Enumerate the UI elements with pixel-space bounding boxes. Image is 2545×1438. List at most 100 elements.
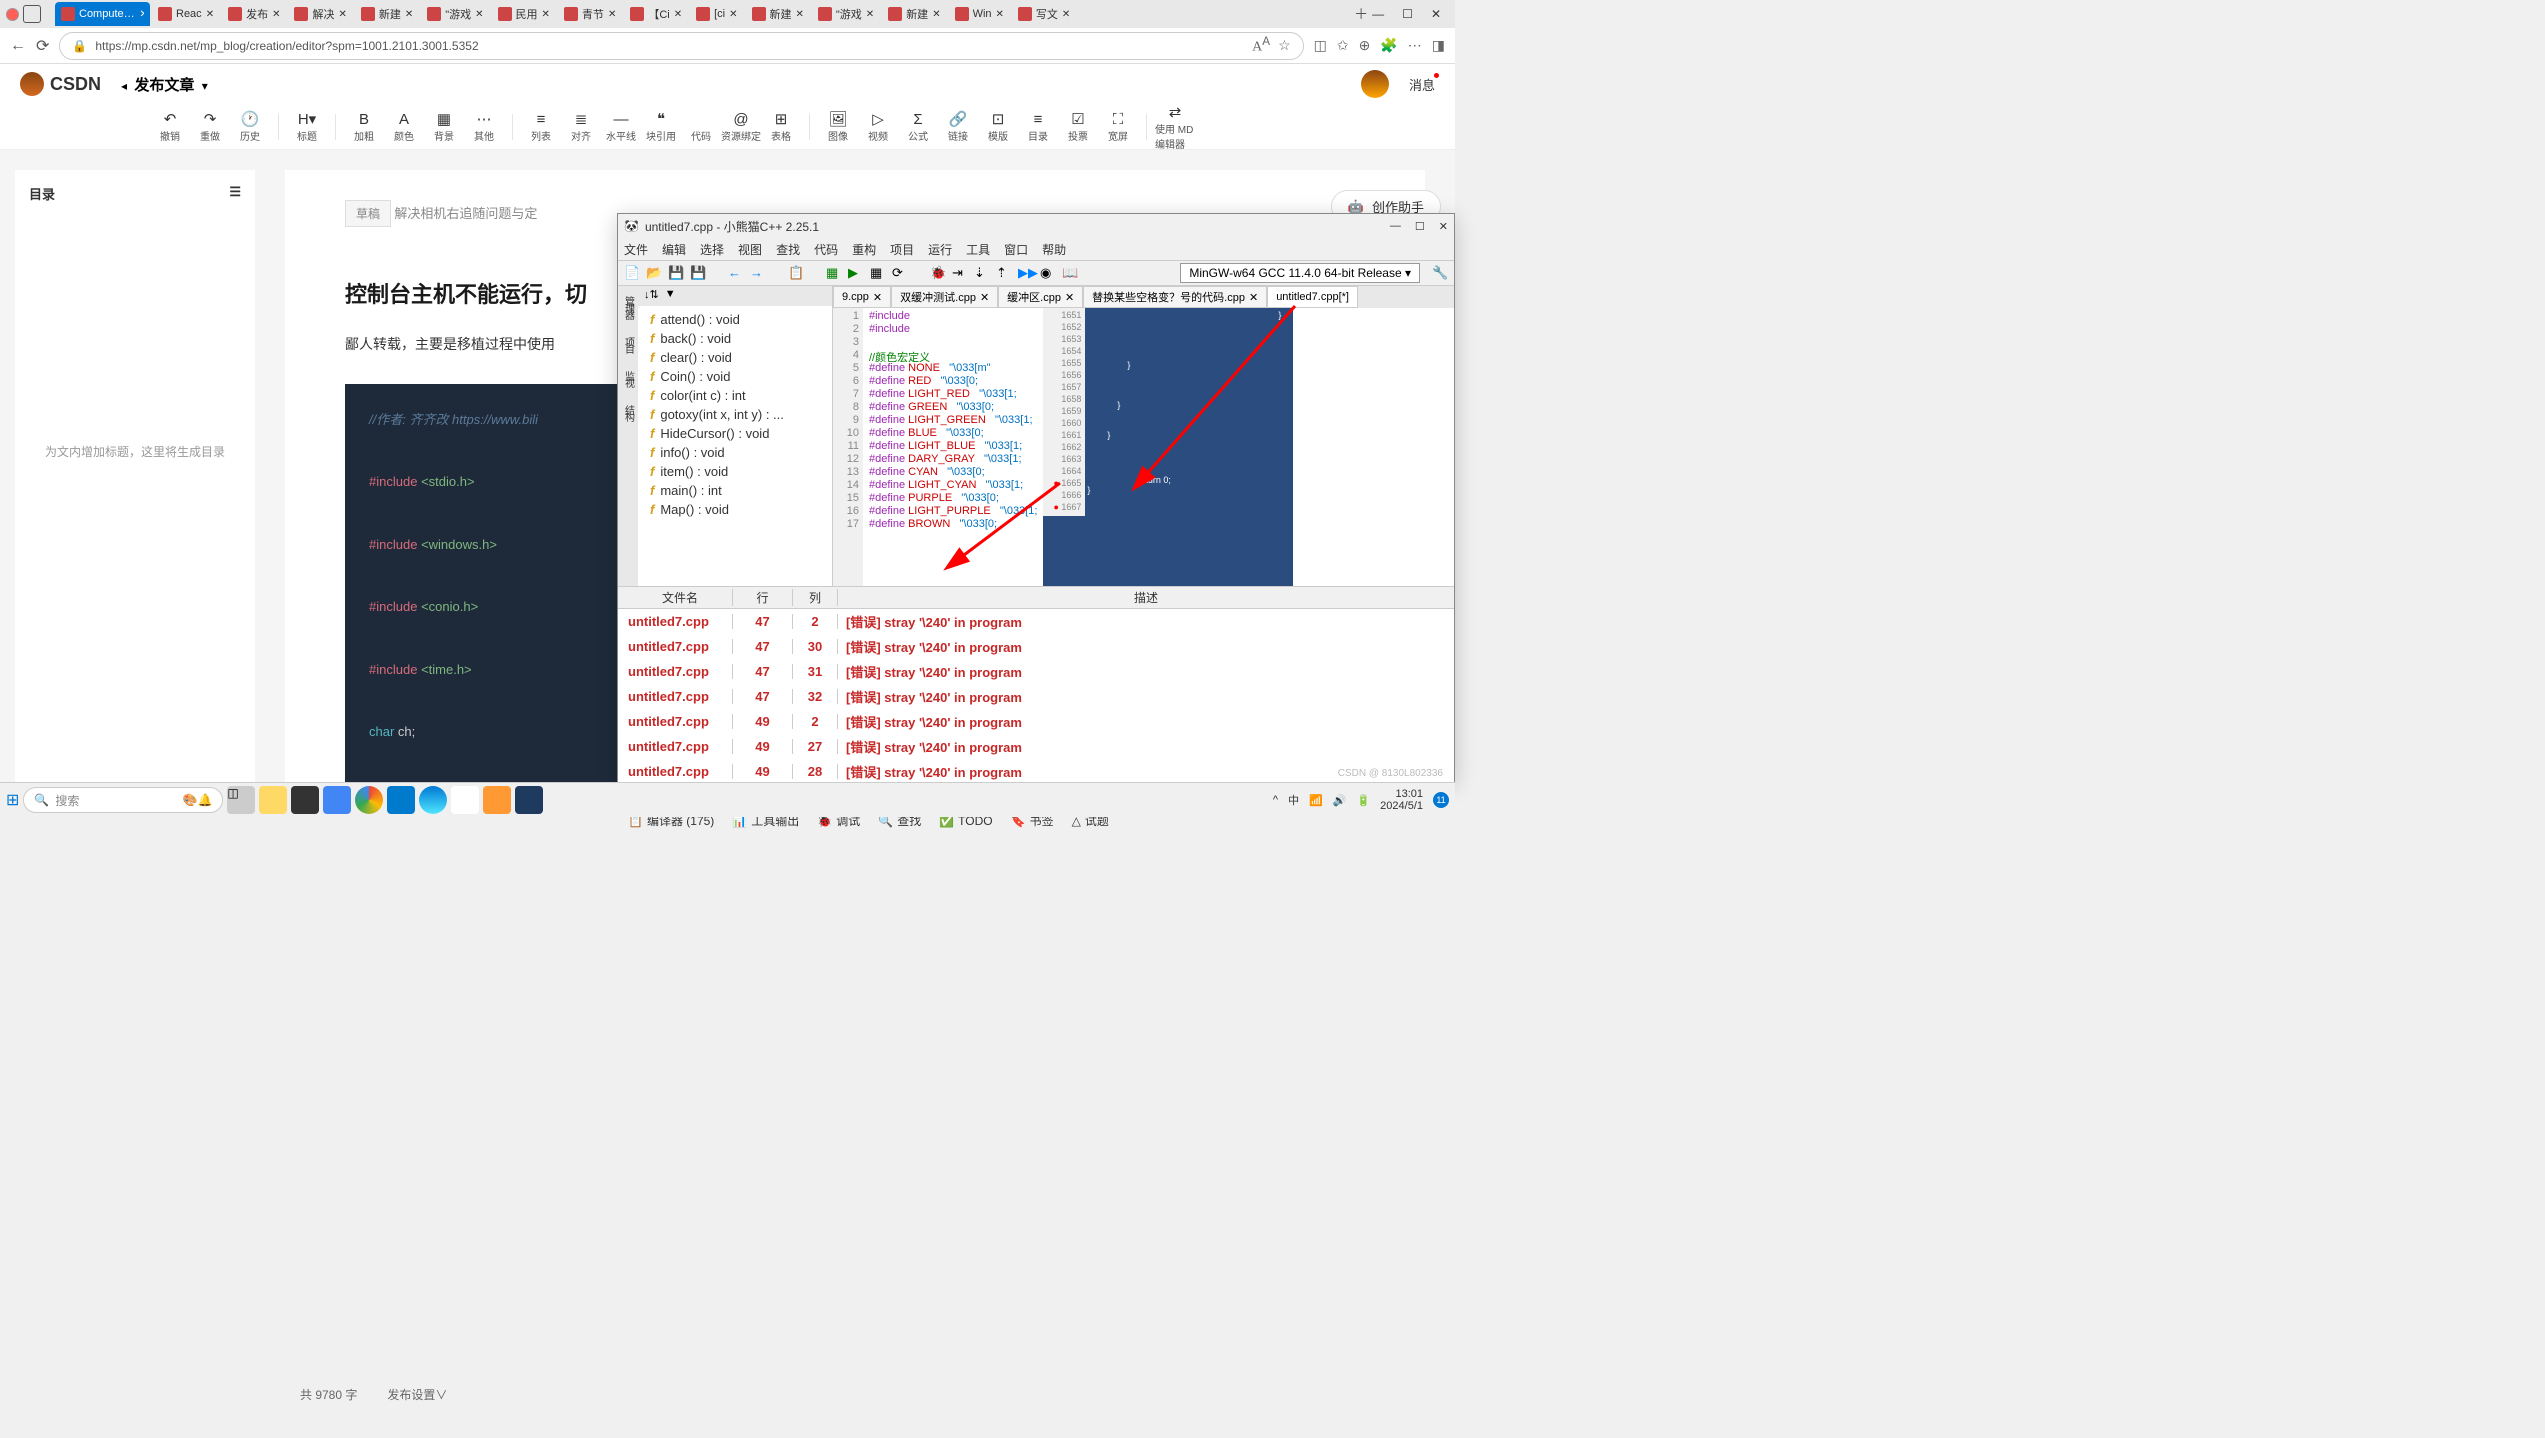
reader-icon[interactable]: AA	[1252, 35, 1270, 56]
error-row[interactable]: untitled7.cpp4927[错误] stray '\240' in pr…	[618, 734, 1454, 759]
breakpoints-icon[interactable]: 📖	[1062, 265, 1078, 281]
settings-icon[interactable]: 🔧	[1432, 265, 1448, 281]
menu-查找[interactable]: 查找	[776, 241, 800, 258]
browser-tab[interactable]: 解决✕	[288, 2, 352, 26]
browser-tab[interactable]: Win✕	[949, 2, 1010, 26]
toolbar-背景[interactable]: ▦背景	[424, 107, 464, 147]
app-vscode[interactable]	[387, 786, 415, 814]
url-box[interactable]: 🔒 https://mp.csdn.net/mp_blog/creation/e…	[59, 32, 1303, 60]
redo-icon[interactable]: →	[750, 265, 766, 281]
toolbar-历史[interactable]: 🕐历史	[230, 107, 270, 147]
ide-tab[interactable]: 双缓冲测试.cpp✕	[891, 286, 998, 308]
more-icon[interactable]: ⋯	[1408, 37, 1422, 54]
task-view-icon[interactable]: ◫	[227, 786, 255, 814]
toolbar-撤销[interactable]: ↶撤销	[150, 107, 190, 147]
minimize-button[interactable]: ―	[1372, 7, 1384, 21]
toolbar-表格[interactable]: ⊞表格	[761, 107, 801, 147]
tray-notification-badge[interactable]: 11	[1433, 792, 1449, 808]
struct-item[interactable]: fCoin() : void	[642, 367, 828, 386]
col-col[interactable]: 列	[793, 589, 838, 606]
app-chrome[interactable]	[355, 786, 383, 814]
struct-item[interactable]: fcolor(int c) : int	[642, 386, 828, 405]
menu-代码[interactable]: 代码	[814, 241, 838, 258]
error-row[interactable]: untitled7.cpp4731[错误] stray '\240' in pr…	[618, 659, 1454, 684]
toolbar-公式[interactable]: Σ公式	[898, 107, 938, 147]
app-cube[interactable]	[291, 786, 319, 814]
open-icon[interactable]: 📂	[646, 265, 662, 281]
struct-item[interactable]: finfo() : void	[642, 443, 828, 462]
user-avatar[interactable]	[1361, 70, 1389, 98]
ide-tab[interactable]: 缓冲区.cpp✕	[998, 286, 1083, 308]
ide-tab[interactable]: 9.cpp✕	[833, 286, 891, 308]
toolbar-目录[interactable]: ≡目录	[1018, 107, 1058, 147]
save-icon[interactable]: 💾	[668, 265, 684, 281]
error-row[interactable]: untitled7.cpp4928[错误] stray '\240' in pr…	[618, 759, 1454, 784]
menu-运行[interactable]: 运行	[928, 241, 952, 258]
code-editor[interactable]: 1234567891011121314151617 #include#inclu…	[833, 308, 1454, 586]
undo-icon[interactable]: ←	[728, 265, 744, 281]
error-row[interactable]: untitled7.cpp4732[错误] stray '\240' in pr…	[618, 684, 1454, 709]
menu-工具[interactable]: 工具	[966, 241, 990, 258]
error-row[interactable]: untitled7.cpp492[错误] stray '\240' in pro…	[618, 709, 1454, 734]
ide-maximize[interactable]: ☐	[1415, 220, 1425, 233]
step-into-icon[interactable]: ⇣	[974, 265, 990, 281]
toolbar-块引用[interactable]: ❝块引用	[641, 107, 681, 147]
compile-run-icon[interactable]: ▦	[870, 265, 886, 281]
menu-窗口[interactable]: 窗口	[1004, 241, 1028, 258]
menu-选择[interactable]: 选择	[700, 241, 724, 258]
compiler-select[interactable]: MinGW-w64 GCC 11.4.0 64-bit Release ▾	[1180, 263, 1420, 283]
browser-tab[interactable]: "游戏✕	[421, 2, 489, 26]
menu-文件[interactable]: 文件	[624, 241, 648, 258]
browser-tab[interactable]: 写文✕	[1012, 2, 1076, 26]
toolbar-资源绑定[interactable]: @资源绑定	[721, 107, 761, 147]
toolbar-对齐[interactable]: ≣对齐	[561, 107, 601, 147]
struct-item[interactable]: fback() : void	[642, 329, 828, 348]
struct-item[interactable]: fclear() : void	[642, 348, 828, 367]
toolbar-标题[interactable]: H▾标题	[287, 107, 327, 147]
app-m[interactable]	[323, 786, 351, 814]
debug-icon[interactable]: 🐞	[930, 265, 946, 281]
browser-tab[interactable]: "游戏✕	[812, 2, 880, 26]
error-row[interactable]: untitled7.cpp4730[错误] stray '\240' in pr…	[618, 634, 1454, 659]
browser-tab[interactable]: 青节✕	[558, 2, 622, 26]
toolbar-宽屏[interactable]: ⛶宽屏	[1098, 107, 1138, 147]
compile-icon[interactable]: ▦	[826, 265, 842, 281]
toolbar-其他[interactable]: ⋯其他	[464, 107, 504, 147]
toolbar-列表[interactable]: ≡列表	[521, 107, 561, 147]
ide-minimize[interactable]: ―	[1390, 220, 1401, 233]
toc-toggle-icon[interactable]: ☰	[229, 184, 241, 203]
ide-tab[interactable]: 替换某些空格变？号的代码.cpp✕	[1083, 286, 1267, 308]
refresh-button[interactable]: ⟳	[36, 36, 49, 56]
struct-item[interactable]: fHideCursor() : void	[642, 424, 828, 443]
step-over-icon[interactable]: ⇥	[952, 265, 968, 281]
step-out-icon[interactable]: ⇡	[996, 265, 1012, 281]
browser-tab[interactable]: Computer Programmi✕	[55, 2, 150, 26]
taskbar-search[interactable]: 🔍 搜索 🎨🔔	[23, 787, 223, 813]
tray-wifi-icon[interactable]: 📶	[1309, 794, 1323, 807]
browser-tab[interactable]: 发布✕	[222, 2, 286, 26]
run-icon[interactable]: ▶	[848, 265, 864, 281]
csdn-logo[interactable]: CSDN	[20, 72, 101, 96]
extensions-icon[interactable]: 🧩	[1380, 37, 1397, 54]
browser-tab[interactable]: 新建✕	[355, 2, 419, 26]
favorites-bar-icon[interactable]: ✩	[1337, 37, 1349, 54]
ide-titlebar[interactable]: 🐼 untitled7.cpp - 小熊猫C++ 2.25.1 ― ☐ ✕	[618, 214, 1454, 238]
maximize-button[interactable]: ☐	[1402, 7, 1413, 21]
continue-icon[interactable]: ▶▶	[1018, 265, 1034, 281]
app-panda[interactable]	[483, 786, 511, 814]
toolbar-视频[interactable]: ▷视频	[858, 107, 898, 147]
rebuild-icon[interactable]: ⟳	[892, 265, 908, 281]
tray-clock[interactable]: 13:01 2024/5/1	[1380, 788, 1423, 812]
toolbar-模版[interactable]: ⊡模版	[978, 107, 1018, 147]
toolbar-投票[interactable]: ☑投票	[1058, 107, 1098, 147]
browser-tab[interactable]: [ci✕	[690, 2, 743, 26]
toolbar-链接[interactable]: 🔗链接	[938, 107, 978, 147]
workspace-icon[interactable]	[23, 5, 41, 23]
sort-icon[interactable]: ↓⇅	[644, 288, 659, 304]
browser-tab[interactable]: 新建✕	[746, 2, 810, 26]
menu-编辑[interactable]: 编辑	[662, 241, 686, 258]
toolbar-图像[interactable]: 🖼图像	[818, 107, 858, 147]
struct-item[interactable]: fattend() : void	[642, 310, 828, 329]
favorite-icon[interactable]: ☆	[1278, 37, 1291, 54]
struct-item[interactable]: fMap() : void	[642, 500, 828, 519]
